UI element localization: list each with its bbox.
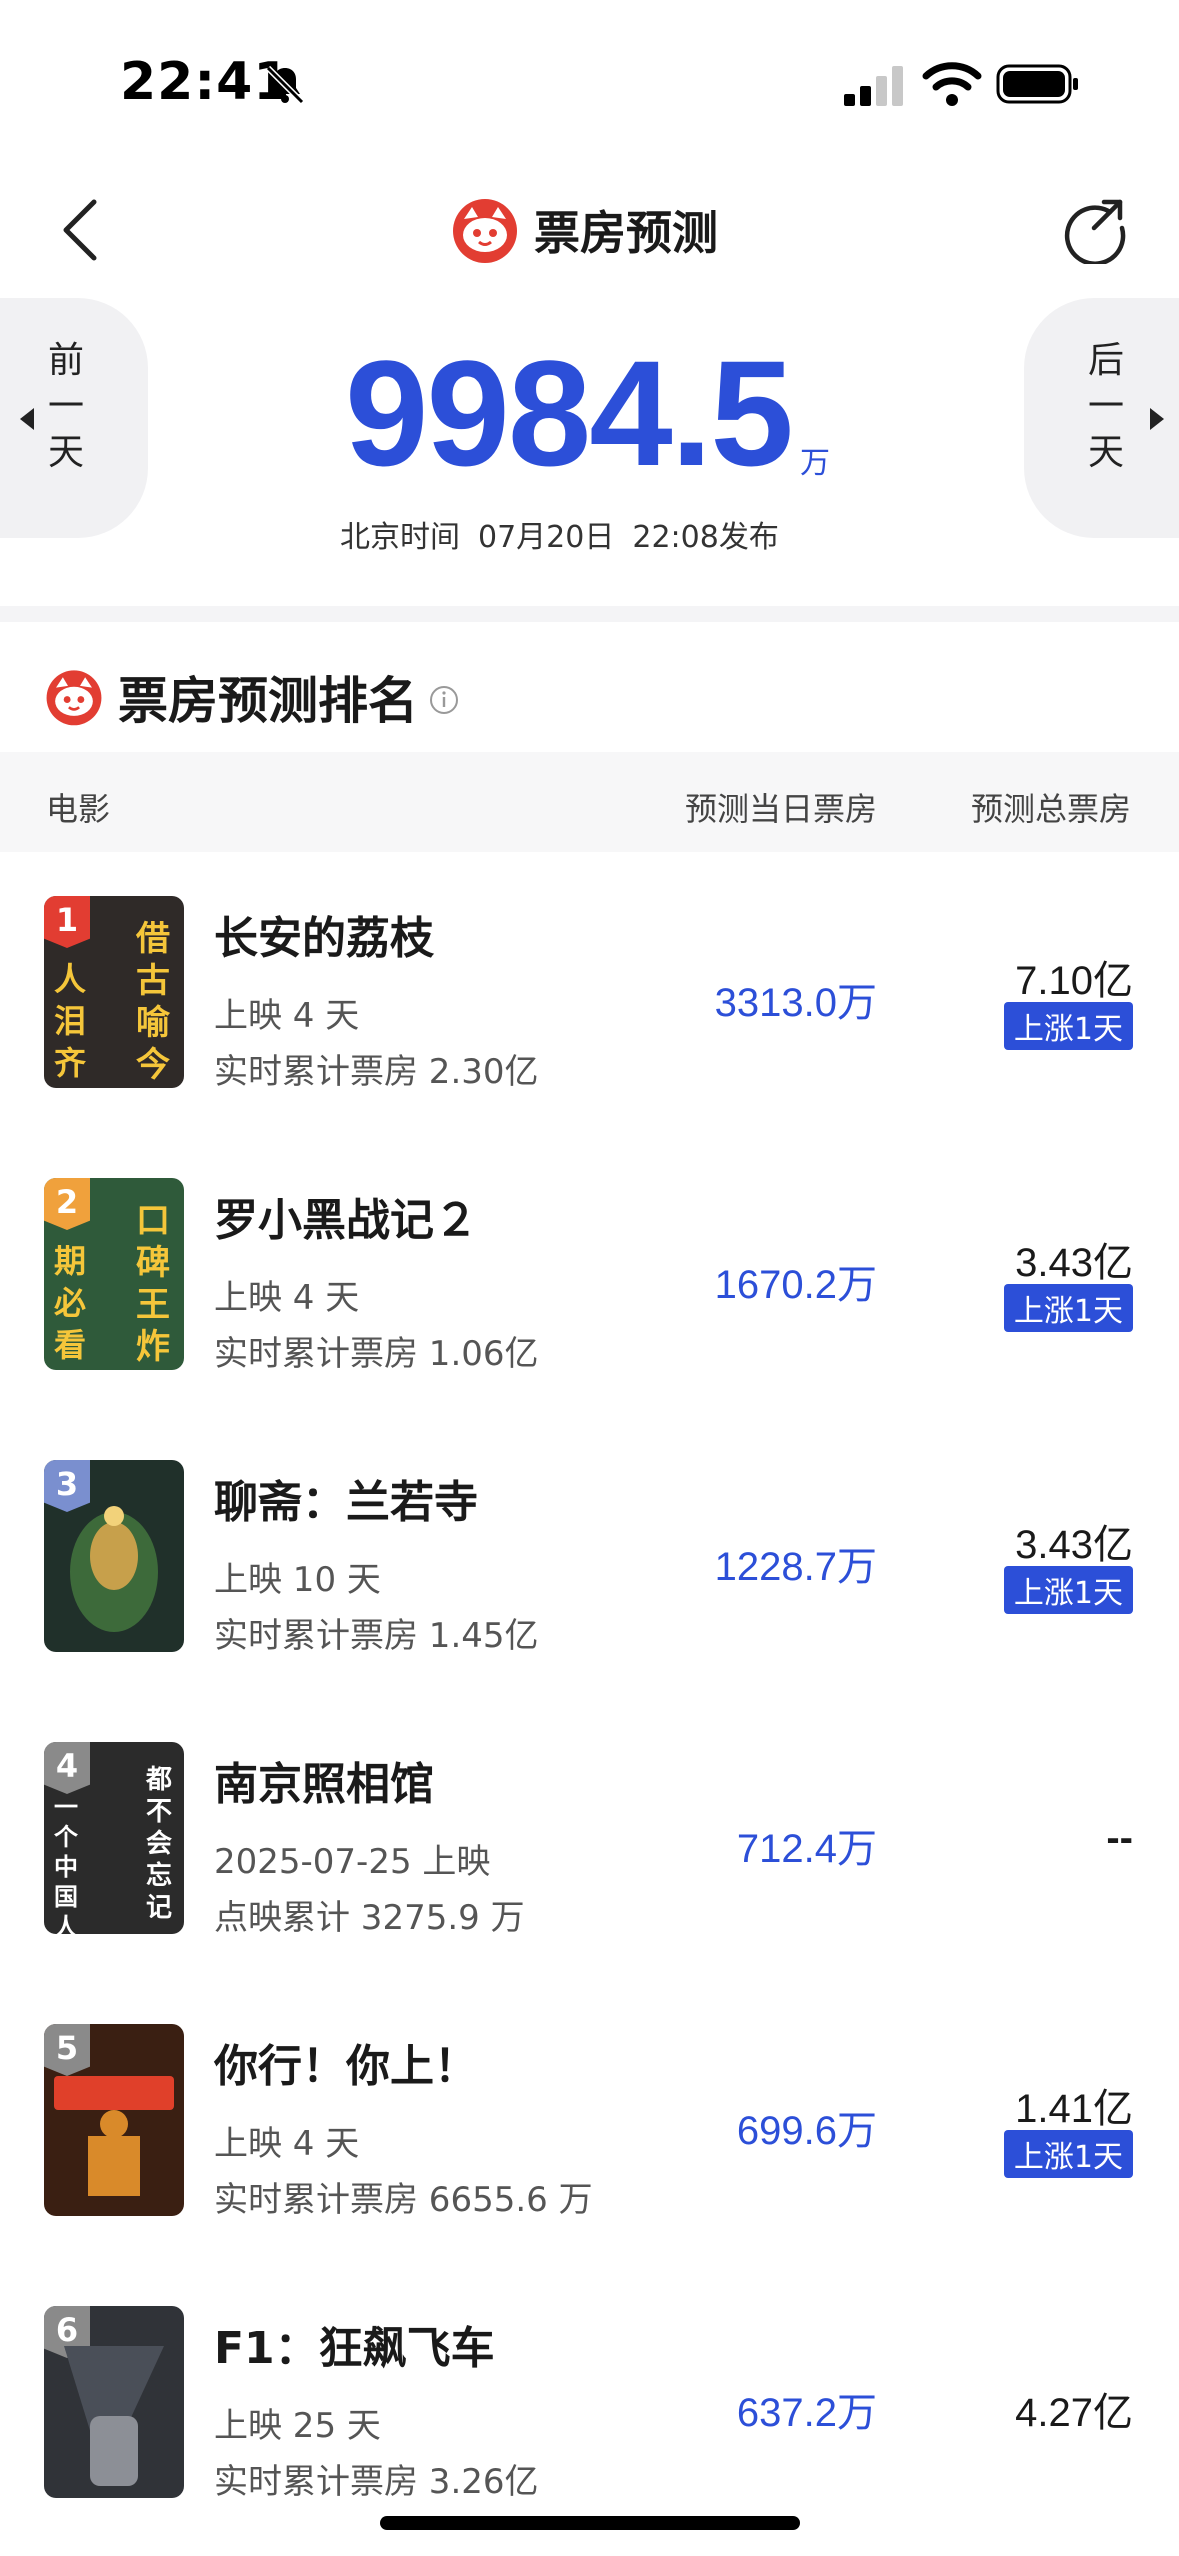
poster-text: 一个中国人 (54, 1793, 78, 1934)
movie-poster: 6 (44, 2306, 184, 2498)
ranking-title: 票房预测排名 (118, 672, 418, 730)
movie-title: 南京照相馆 (214, 1759, 434, 1810)
movie-release-info: 上映 10 天 (214, 1560, 381, 1600)
share-icon[interactable] (1058, 190, 1132, 264)
poster-art-icon (54, 2076, 174, 2196)
prev-day-button[interactable]: 前一天 (0, 298, 148, 538)
publish-info: 北京时间 07月20日 22:08发布 (340, 512, 797, 556)
triangle-right-icon (1150, 408, 1164, 430)
poster-text: 人泪齐飞 (54, 960, 87, 1088)
triangle-left-icon (20, 408, 34, 430)
battery-icon (996, 64, 1078, 104)
forecast-daily-box-office: 699.6万 (736, 2109, 877, 2153)
forecast-total-box-office: 4.27亿 (1015, 2391, 1133, 2435)
wifi-icon (922, 62, 982, 106)
cat-logo-icon (453, 199, 517, 263)
forecast-total-box-office: 1.41亿 (1015, 2087, 1133, 2131)
next-day-label: 后一天 (1087, 340, 1124, 473)
movie-row[interactable]: 5 你行！你上！ 上映 4 天 实时累计票房 6655.6 万 699.6万 1… (0, 1980, 1179, 2262)
movie-row[interactable]: 2 口碑王炸 期必看 罗小黑战记２ 上映 4 天 实时累计票房 1.06亿 16… (0, 1134, 1179, 1416)
movie-poster: 3 (44, 1460, 184, 1652)
movie-title: 长安的荔枝 (214, 913, 434, 964)
movie-cumulative-box-office: 实时累计票房 1.06亿 (214, 1334, 539, 1374)
status-bar: 22:41 (0, 0, 1179, 160)
movie-row[interactable]: 1 借古喻今 人泪齐飞 长安的荔枝 上映 4 天 实时累计票房 2.30亿 33… (0, 852, 1179, 1134)
movie-release-info: 上映 4 天 (214, 1278, 360, 1318)
rank-badge: 4 (44, 1742, 90, 1794)
column-header-daily: 预测当日票房 (684, 790, 877, 828)
movie-title: F1：狂飙飞车 (214, 2323, 495, 2374)
forecast-total-unit: 万 (800, 446, 830, 481)
poster-art-icon (70, 1506, 158, 1632)
ranking-title-row: 票房预测排名 (44, 660, 460, 734)
trend-badge: 上涨1天 (1003, 1284, 1133, 1332)
movie-row[interactable]: 6 F1：狂飙飞车 上映 25 天 实时累计票房 3.26亿 637.2万 4.… (0, 2262, 1179, 2544)
forecast-total-box-office: 7.10亿 (1015, 959, 1133, 1003)
trend-badge: 上涨1天 (1003, 1566, 1133, 1614)
table-header: 电影 预测当日票房 预测总票房 (0, 752, 1179, 852)
section-divider (0, 606, 1179, 622)
movie-release-info: 上映 4 天 (214, 2124, 360, 2164)
forecast-daily-box-office: 712.4万 (736, 1827, 877, 1871)
header-title-group: 票房预测 (450, 192, 718, 268)
forecast-daily-box-office: 637.2万 (736, 2391, 877, 2435)
movie-cumulative-box-office: 实时累计票房 1.45亿 (214, 1616, 539, 1656)
header: 票房预测 (0, 170, 1179, 290)
movie-release-info: 上映 4 天 (214, 996, 360, 1036)
movie-cumulative-box-office: 实时累计票房 3.26亿 (214, 2462, 539, 2502)
forecast-total-amount: 9984.5 (345, 329, 794, 497)
poster-text: 口碑王炸 (136, 1201, 170, 1367)
page-title: 票房预测 (534, 206, 718, 260)
movie-cumulative-box-office: 实时累计票房 2.30亿 (214, 1052, 539, 1092)
forecast-daily-box-office: 1228.7万 (714, 1545, 877, 1589)
rank-badge: 1 (44, 896, 90, 948)
movie-title: 聊斋：兰若寺 (214, 1477, 478, 1528)
movie-poster: 5 (44, 2024, 184, 2216)
rank-badge: 2 (44, 1178, 90, 1230)
movie-poster: 4 都不会忘记 一个中国人 (44, 1742, 184, 1934)
publish-date: 07月20日 (478, 520, 615, 555)
poster-text: 都不会忘记 (146, 1765, 173, 1923)
forecast-total-box-office: 3.43亿 (1015, 1523, 1133, 1567)
trend-badge: 上涨1天 (1003, 2130, 1133, 2178)
cellular-signal-icon (844, 66, 903, 106)
movie-release-info: 2025-07-25 上映 (214, 1842, 491, 1882)
poster-text: 借古喻今 (136, 919, 170, 1085)
forecast-total-box-office: 3.43亿 (1015, 1241, 1133, 1285)
poster-art-icon (64, 2346, 164, 2486)
movie-title: 你行！你上！ (214, 2041, 478, 2092)
movie-row[interactable]: 3 聊斋：兰若寺 上映 10 天 实时累计票房 1.45亿 1228.7万 3.… (0, 1416, 1179, 1698)
movie-list: 1 借古喻今 人泪齐飞 长安的荔枝 上映 4 天 实时累计票房 2.30亿 33… (0, 852, 1179, 2544)
publish-time: 22:08发布 (632, 520, 779, 555)
bell-muted-icon (265, 65, 305, 105)
cat-logo-icon (46, 670, 102, 726)
column-header-total: 预测总票房 (970, 790, 1131, 828)
forecast-daily-box-office: 1670.2万 (714, 1263, 877, 1307)
forecast-daily-box-office: 3313.0万 (714, 981, 877, 1025)
timezone-label: 北京时间 (340, 520, 460, 555)
movie-title: 罗小黑战记２ (214, 1195, 478, 1246)
trend-badge: 上涨1天 (1003, 1002, 1133, 1050)
info-icon[interactable] (428, 684, 460, 716)
back-button[interactable] (48, 192, 120, 268)
poster-text: 期必看 (54, 1242, 87, 1364)
movie-poster: 2 口碑王炸 期必看 (44, 1178, 184, 1370)
movie-presale-box-office: 点映累计 3275.9 万 (214, 1898, 525, 1938)
movie-poster: 1 借古喻今 人泪齐飞 (44, 896, 184, 1088)
movie-release-info: 上映 25 天 (214, 2406, 381, 2446)
next-day-button[interactable]: 后一天 (1024, 298, 1179, 538)
home-indicator (380, 2516, 800, 2530)
prev-day-label: 前一天 (47, 340, 84, 473)
column-header-movie: 电影 (46, 790, 111, 828)
movie-row[interactable]: 4 都不会忘记 一个中国人 南京照相馆 2025-07-25 上映 点映累计 3… (0, 1698, 1179, 1980)
forecast-total-box-office: -- (1106, 1816, 1133, 1860)
movie-cumulative-box-office: 实时累计票房 6655.6 万 (214, 2180, 593, 2220)
